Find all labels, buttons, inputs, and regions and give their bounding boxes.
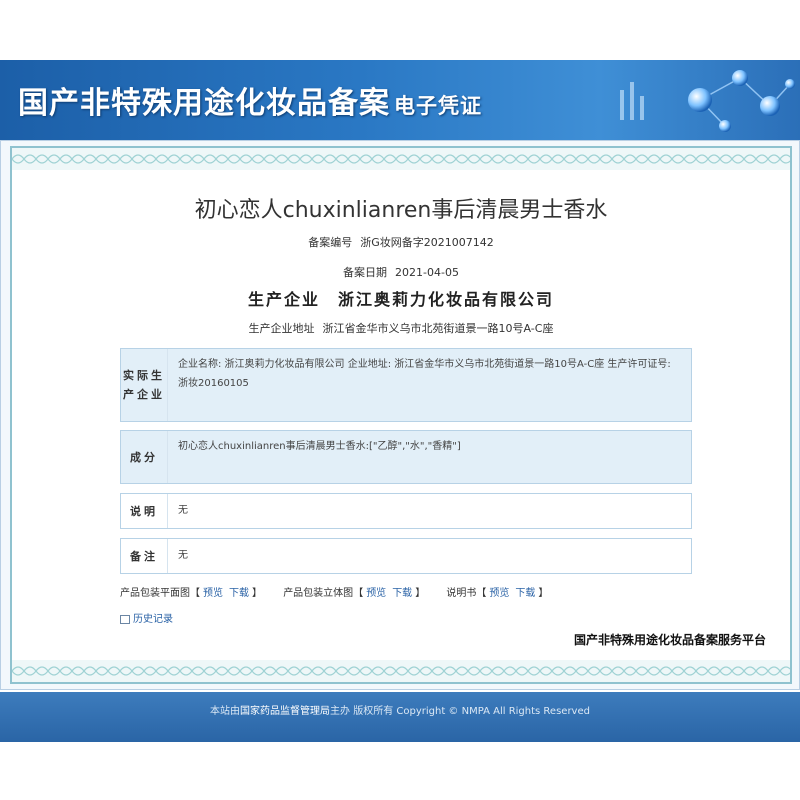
manufacturer-name: 浙江奥莉力化妆品有限公司 — [338, 290, 555, 309]
attachment-label: 产品包装平面图 — [120, 588, 190, 599]
manufacturer-row: 生产企业 浙江奥莉力化妆品有限公司 — [12, 286, 790, 310]
section-text: 无 — [178, 505, 188, 516]
header-banner: 国产非特殊用途化妆品备案 电子凭证 — [0, 60, 800, 140]
section-text: 企业名称: 浙江奥莉力化妆品有限公司 企业地址: 浙江省金华市义乌市北苑街道景一… — [178, 359, 671, 389]
section-text: 初心恋人chuxinlianren事后清晨男士香水:["乙醇","水","香精"… — [178, 441, 461, 452]
address-label: 生产企业地址 — [248, 322, 315, 335]
attachment-packaging-flat: 产品包装平面图【 预览 下载】 — [120, 588, 262, 599]
record-date: 2021-04-05 — [395, 266, 459, 279]
wave-border-bottom — [12, 660, 790, 682]
header-subtitle: 电子凭证 — [394, 93, 482, 118]
section-label: 成分 — [121, 431, 168, 483]
download-link[interactable]: 下载 — [392, 588, 412, 599]
history-link[interactable]: 历史记录 — [120, 610, 173, 625]
preview-link[interactable]: 预览 — [203, 588, 223, 599]
attachment-packaging-3d: 产品包装立体图【 预览 下载】 — [283, 588, 426, 599]
attachment-label: 产品包装立体图 — [283, 588, 354, 599]
section-actual-manufacturer: 实际生产企业 企业名称: 浙江奥莉力化妆品有限公司 企业地址: 浙江省金华市义乌… — [120, 348, 692, 422]
section-description: 说明 无 — [120, 493, 692, 529]
page-footer: 本站由国家药品监督管理局主办 版权所有 Copyright © NMPA All… — [0, 692, 800, 742]
record-date-row: 备案日期 2021-04-05 — [12, 264, 790, 280]
attachment-label: 说明书 — [446, 588, 477, 599]
download-link[interactable]: 下载 — [229, 588, 249, 599]
manufacturer-label: 生产企业 — [247, 290, 320, 309]
page-title: 国产非特殊用途化妆品备案 电子凭证 — [18, 78, 482, 122]
footer-org-link[interactable]: 国家药品监督管理局 — [240, 706, 330, 717]
section-remarks: 备注 无 — [120, 538, 692, 574]
download-link[interactable]: 下载 — [515, 588, 535, 599]
record-number-row: 备案编号 浙G妆网备字2021007142 — [12, 234, 790, 250]
header-title: 国产非特殊用途化妆品备案 — [18, 86, 390, 121]
preview-link[interactable]: 预览 — [366, 588, 386, 599]
attachment-links: 产品包装平面图【 预览 下载】 产品包装立体图【 预览 下载】 说明书【 预览 下载】 — [120, 584, 566, 599]
history-link-label: 历史记录 — [133, 614, 173, 625]
footer-prefix: 本站由 — [210, 706, 241, 717]
product-name: 初心恋人chuxinlianren事后清晨男士香水 — [194, 198, 608, 223]
section-label: 说明 — [121, 494, 168, 528]
wave-border-top — [12, 148, 790, 170]
footer-copyright: 主办 版权所有 Copyright © NMPA All Rights Rese… — [330, 706, 590, 717]
molecule-decoration-icon — [620, 70, 795, 132]
preview-link[interactable]: 预览 — [489, 588, 509, 599]
section-text: 无 — [178, 550, 188, 561]
window-icon — [120, 614, 130, 624]
certificate: 初心恋人chuxinlianren事后清晨男士香水 备案编号 浙G妆网备字2021… — [10, 146, 792, 684]
section-ingredients: 成分 初心恋人chuxinlianren事后清晨男士香水:["乙醇","水","… — [120, 430, 692, 484]
platform-name: 国产非特殊用途化妆品备案服务平台 — [573, 633, 766, 647]
address: 浙江省金华市义乌市北苑街道景一路10号A-C座 — [322, 322, 554, 335]
section-label: 实际生产企业 — [121, 349, 168, 421]
record-number: 浙G妆网备字2021007142 — [360, 236, 494, 249]
record-number-label: 备案编号 — [308, 236, 353, 249]
section-label: 备注 — [121, 539, 168, 573]
record-date-label: 备案日期 — [343, 266, 388, 279]
address-row: 生产企业地址 浙江省金华市义乌市北苑街道景一路10号A-C座 — [12, 320, 790, 336]
attachment-manual: 说明书【 预览 下载】 — [446, 588, 549, 599]
